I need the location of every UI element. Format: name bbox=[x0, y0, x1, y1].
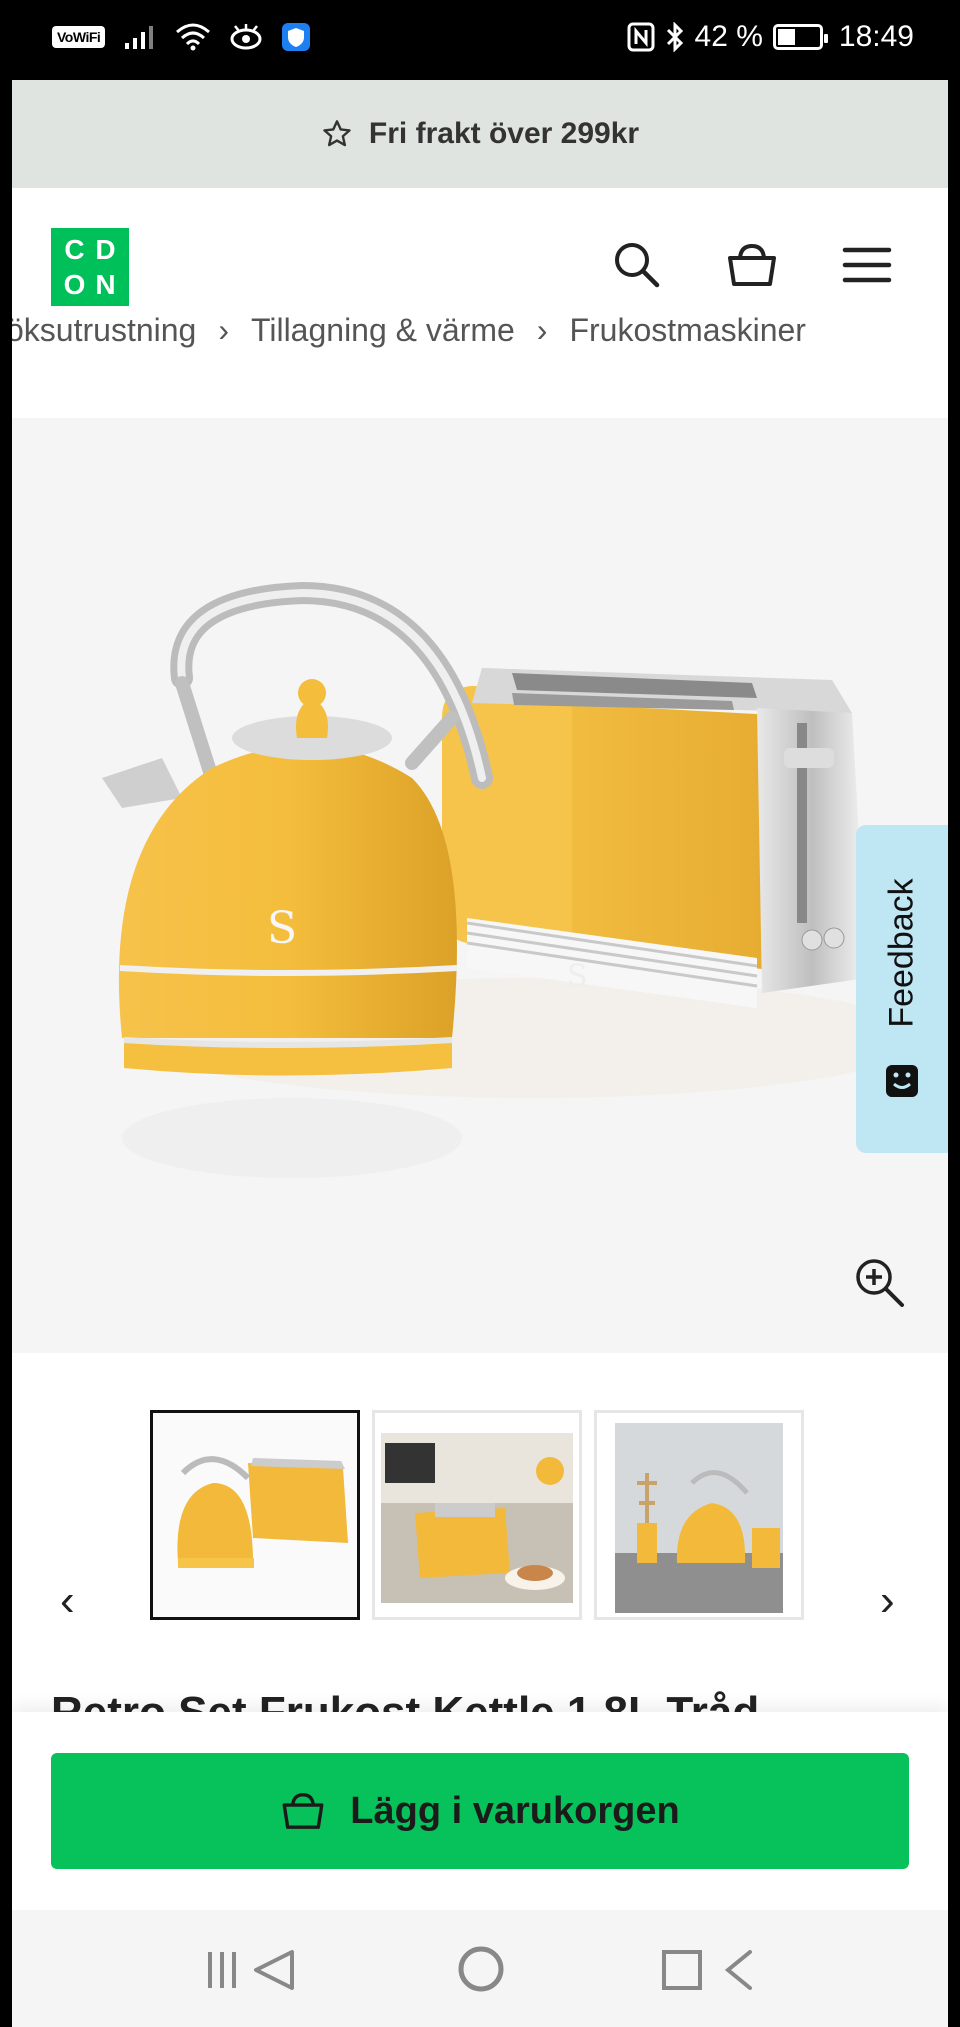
breadcrumb-item[interactable]: Tillagning & värme bbox=[251, 312, 515, 349]
overview-back-icon[interactable] bbox=[660, 1946, 760, 1994]
promo-banner: Fri frakt över 299kr bbox=[12, 80, 948, 188]
breadcrumb-separator: › bbox=[536, 312, 548, 348]
cdon-logo[interactable]: C D O N bbox=[51, 228, 129, 306]
system-navigation-bar bbox=[12, 1910, 948, 2027]
shield-icon bbox=[282, 23, 311, 51]
add-to-cart-label: Lägg i varukorgen bbox=[350, 1789, 680, 1832]
status-right: 42 % 18:49 bbox=[627, 20, 914, 54]
svg-text:S: S bbox=[267, 903, 297, 954]
vowifi-badge: VoWiFi bbox=[52, 26, 106, 48]
breadcrumb-item[interactable]: Frukostmaskiner bbox=[569, 312, 806, 349]
toaster: S bbox=[442, 668, 867, 1008]
status-bar: VoWiFi 42 % 18:49 bbox=[0, 0, 960, 80]
thumbnail-3[interactable] bbox=[594, 1410, 804, 1620]
web-page: Fri frakt över 299kr C D O N öksutrustni… bbox=[12, 80, 948, 2027]
feedback-label: Feedback bbox=[882, 878, 921, 1028]
nfc-icon bbox=[627, 22, 655, 52]
prev-image-button[interactable]: ‹ bbox=[60, 1576, 75, 1626]
battery-icon bbox=[772, 24, 828, 50]
promo-text: Fri frakt över 299kr bbox=[368, 117, 640, 150]
thumb-image-toaster-kitchen bbox=[375, 1413, 579, 1617]
product-main-image[interactable]: S S bbox=[12, 418, 948, 1353]
menu-icon[interactable] bbox=[840, 238, 894, 292]
add-to-cart-button[interactable]: Lägg i varukorgen bbox=[51, 1753, 909, 1869]
svg-text:S: S bbox=[567, 959, 588, 994]
zoom-in-icon[interactable] bbox=[852, 1255, 908, 1311]
battery-percent: 42 % bbox=[694, 20, 763, 53]
battery-fill bbox=[777, 29, 795, 45]
logo-letter: D bbox=[95, 233, 116, 265]
logo-letter: O bbox=[63, 268, 86, 300]
star-outline-icon bbox=[323, 120, 351, 147]
next-image-button[interactable]: › bbox=[880, 1576, 895, 1626]
basket-icon[interactable] bbox=[725, 238, 779, 292]
clock: 18:49 bbox=[838, 20, 914, 53]
smiley-icon bbox=[886, 1065, 918, 1097]
thumbnail-1[interactable] bbox=[150, 1410, 360, 1620]
kettle: S bbox=[102, 581, 493, 1076]
thumb-image-kettle-counter bbox=[597, 1413, 801, 1617]
recent-apps-back-icon[interactable] bbox=[204, 1946, 300, 1994]
breadcrumb-item[interactable]: öksutrustning bbox=[12, 312, 196, 349]
thumb-image-kettle-toaster bbox=[153, 1413, 357, 1617]
thumbnail-2[interactable] bbox=[372, 1410, 582, 1620]
wifi-icon bbox=[176, 23, 211, 51]
search-icon[interactable] bbox=[610, 238, 664, 292]
kettle-toaster-illustration: S S bbox=[102, 581, 922, 1178]
basket-icon bbox=[282, 1793, 324, 1829]
logo-letter: N bbox=[95, 268, 116, 300]
feedback-tab[interactable]: Feedback bbox=[856, 825, 948, 1153]
signal-icon bbox=[125, 26, 154, 49]
breadcrumb: öksutrustning › Tillagning & värme › Fru… bbox=[12, 308, 948, 358]
breadcrumb-separator: › bbox=[218, 312, 229, 348]
eye-icon bbox=[230, 24, 262, 50]
home-icon[interactable] bbox=[456, 1944, 506, 1994]
status-left: VoWiFi bbox=[52, 22, 311, 52]
logo-letter: C bbox=[64, 233, 85, 265]
bluetooth-icon bbox=[666, 22, 683, 52]
